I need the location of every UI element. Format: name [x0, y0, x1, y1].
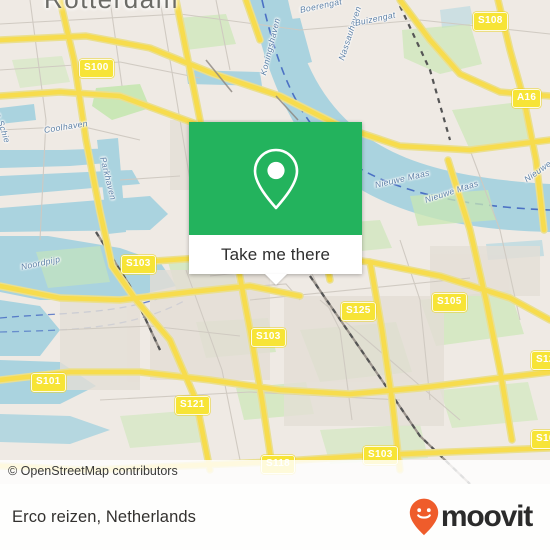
moovit-smiley-pin-icon — [409, 498, 439, 536]
place-popup-card[interactable]: Take me there — [189, 122, 362, 285]
map-viewport[interactable]: Rotterdam Nieuwe MaasNieuwe MaasNieuweKo… — [0, 0, 550, 484]
moovit-map-screenshot: Rotterdam Nieuwe MaasNieuwe MaasNieuweKo… — [0, 0, 550, 550]
take-me-there-button[interactable]: Take me there — [189, 235, 362, 274]
popup-pointer — [264, 274, 287, 285]
popup-image-area — [189, 122, 362, 235]
moovit-logo[interactable]: moovit — [409, 498, 533, 536]
place-title: Erco reizen, Netherlands — [12, 507, 196, 526]
map-attribution[interactable]: © OpenStreetMap contributors — [0, 460, 550, 484]
footer-bar: Erco reizen, Netherlands moovit — [0, 484, 550, 550]
moovit-wordmark: moovit — [440, 500, 533, 533]
map-pin-icon — [253, 148, 298, 209]
